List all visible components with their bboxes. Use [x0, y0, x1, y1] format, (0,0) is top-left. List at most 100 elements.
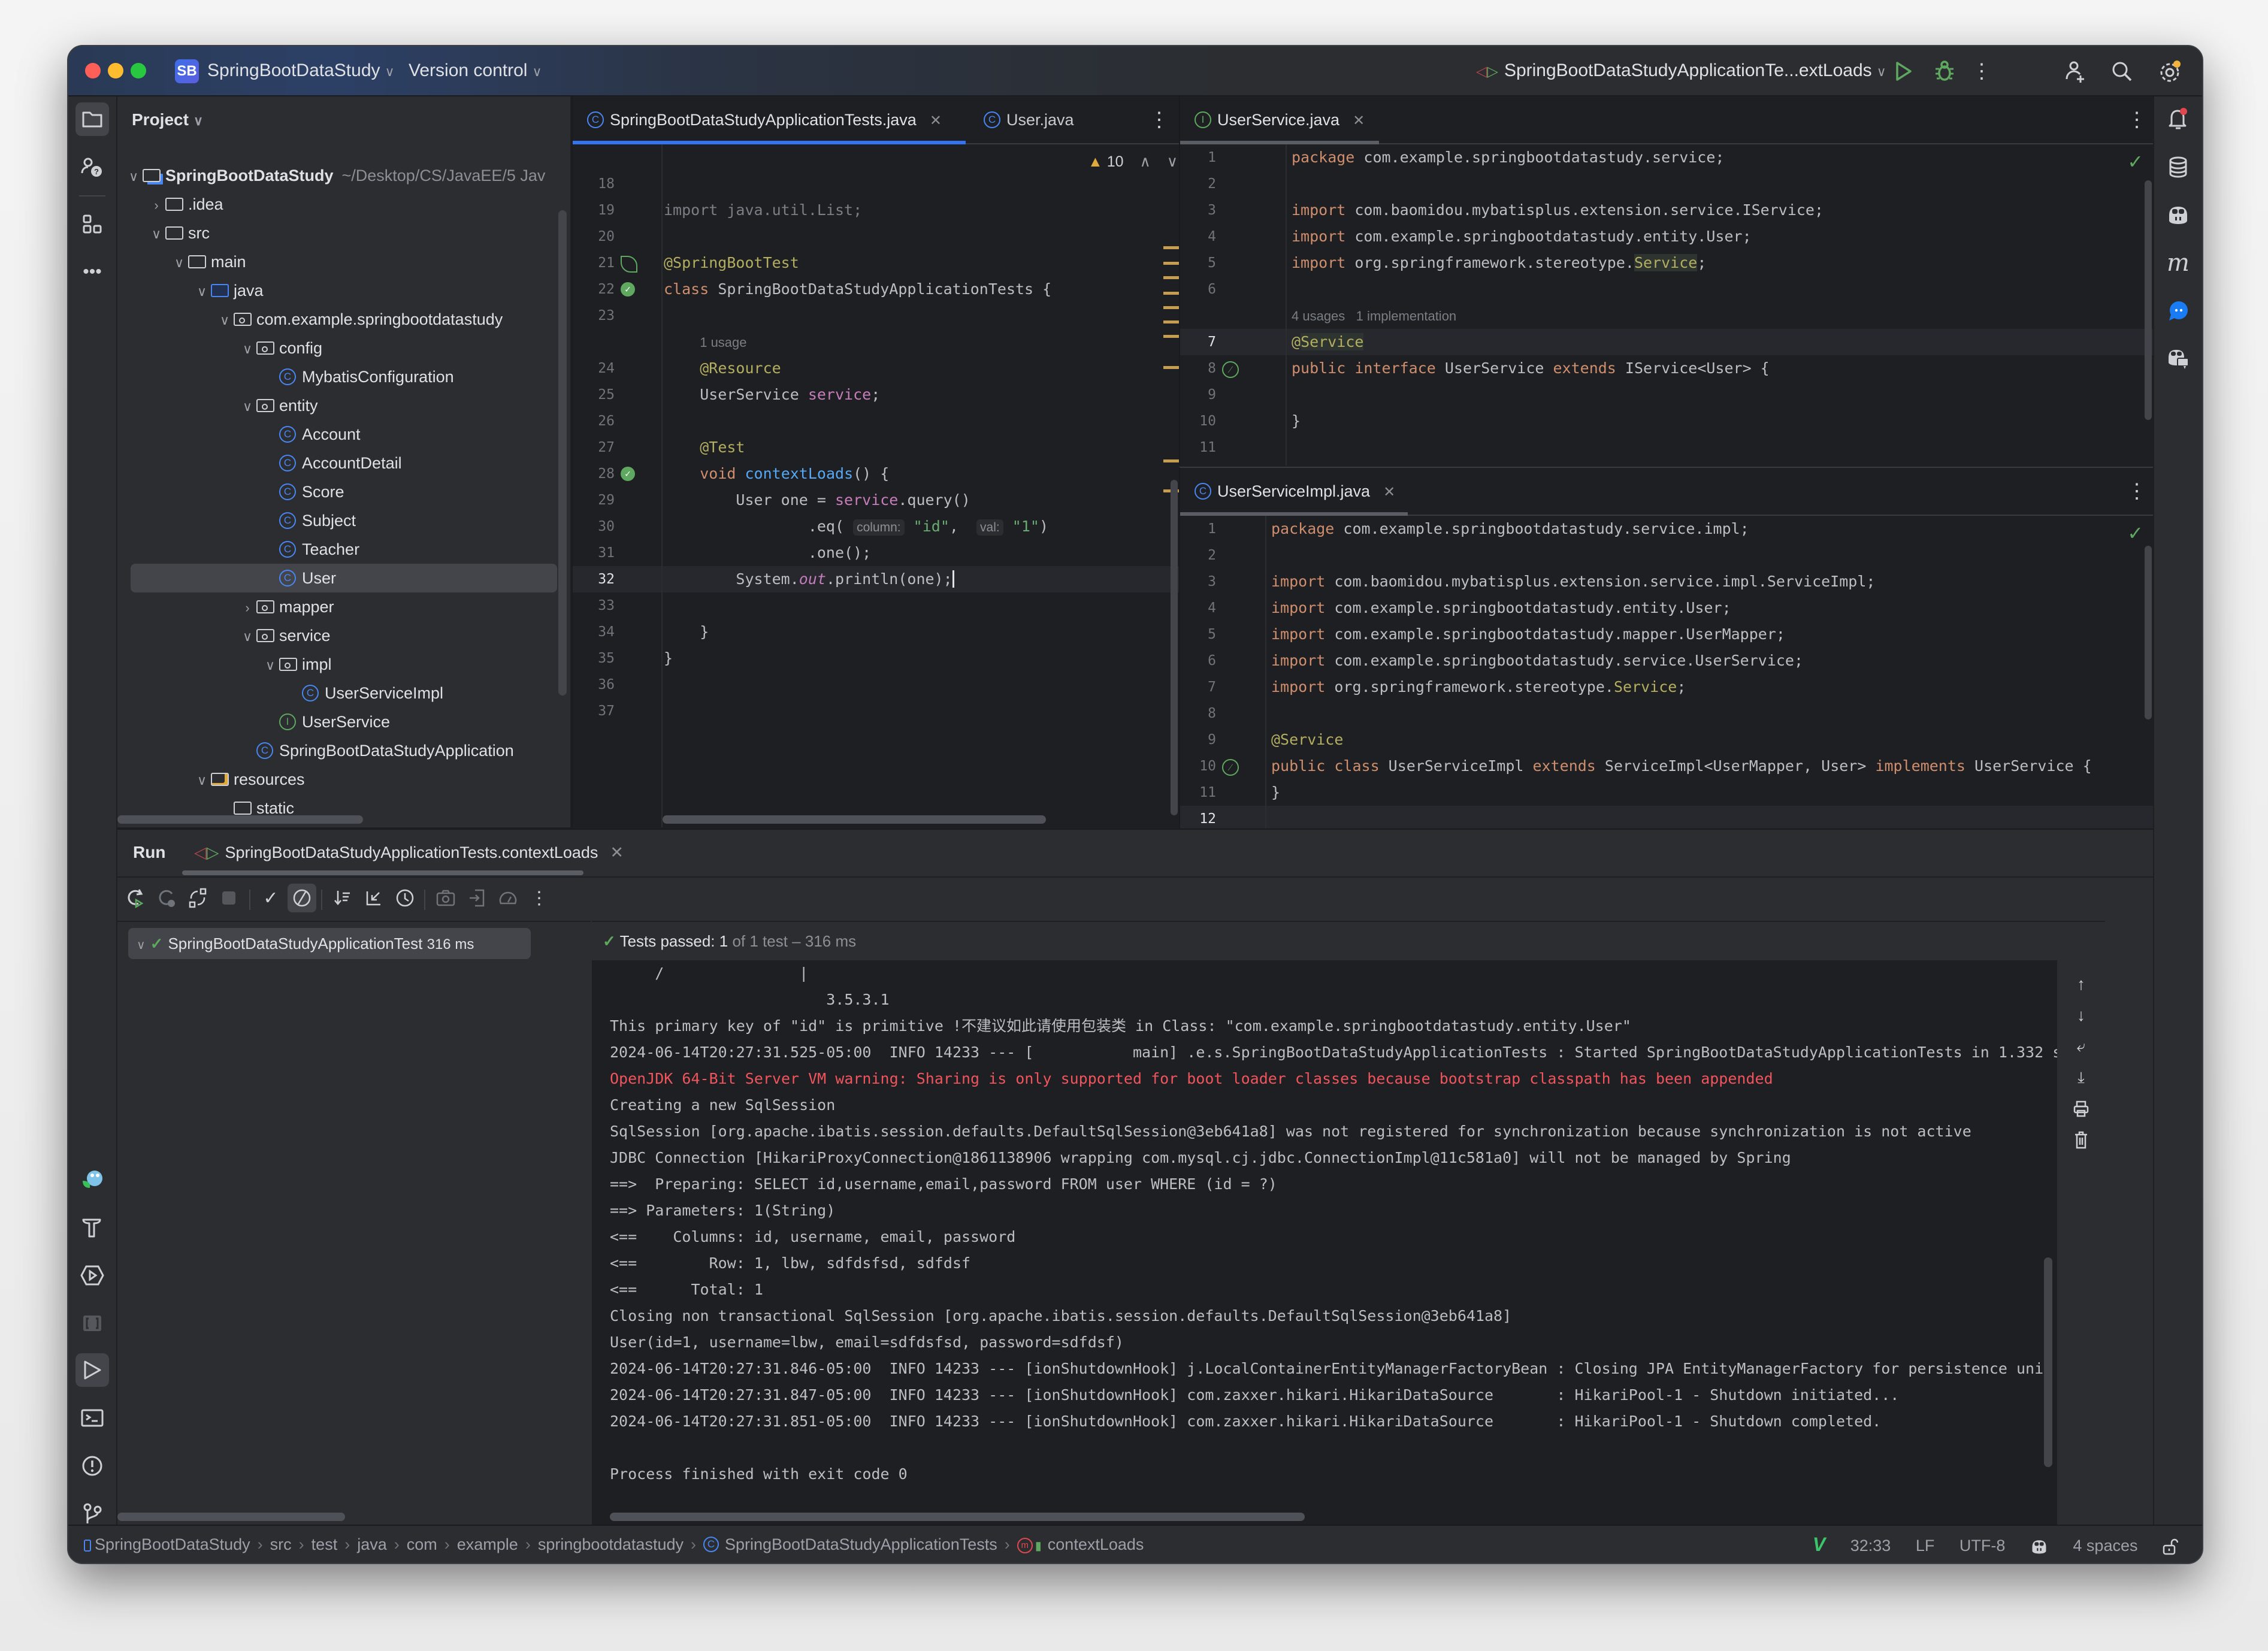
code-line-10[interactable]: 10 ⁄ public class UserServiceImpl extends … [1180, 753, 2154, 779]
code-line-31[interactable]: 31 .one(); [573, 540, 1179, 566]
chevron-right-icon[interactable]: › [147, 191, 165, 220]
tree-item-entity[interactable]: ∨ entity [117, 391, 570, 420]
tree-item-main[interactable]: ∨ main [117, 247, 570, 276]
copilot-status-icon[interactable] [2030, 1537, 2053, 1555]
chevron-down-icon[interactable]: ∨ [193, 766, 211, 795]
line-number[interactable]: 2 [1180, 171, 1216, 197]
code-line-30[interactable]: 30 .eq( column: "id", val: "1") [573, 513, 1179, 540]
line-number[interactable]: 10 [1180, 753, 1216, 779]
line-number[interactable]: 26 [573, 408, 615, 434]
tree-item-mybatisconfiguration[interactable]: C MybatisConfiguration [117, 362, 570, 391]
tree-item-userserviceimpl[interactable]: C UserServiceImpl [117, 679, 570, 707]
project-scrollbar-vertical[interactable] [558, 210, 567, 696]
code-line-20[interactable]: 20 [573, 223, 1179, 250]
build-hammer-icon[interactable] [75, 1211, 109, 1244]
tree-item-userservice[interactable]: I UserService [117, 707, 570, 736]
tree-item-src[interactable]: ∨ src [117, 219, 570, 247]
tab-options-icon[interactable]: ⋮ [2127, 96, 2147, 143]
more-icon[interactable]: ⋮ [525, 884, 554, 912]
run-icon[interactable] [1889, 57, 1918, 86]
code-line-6[interactable]: 6 import com.example.springbootdatastudy.… [1180, 648, 2154, 674]
warning-marker[interactable] [1163, 246, 1179, 249]
code-line-9[interactable]: 9 [1180, 382, 2154, 408]
code-line-25[interactable]: 25 UserService service; [573, 382, 1179, 408]
chevron-down-icon[interactable]: ∨ [170, 249, 188, 277]
tab-options-icon[interactable]: ⋮ [2127, 468, 2147, 515]
breadcrumb-item[interactable]: SpringBootDataStudyApplicationTests [725, 1526, 997, 1563]
breadcrumb-item[interactable]: example [457, 1526, 518, 1563]
more-actions-icon[interactable]: ⋮ [1970, 57, 1994, 86]
close-tab-icon[interactable]: ✕ [1353, 113, 1365, 129]
indent-setting[interactable]: 4 spaces [2073, 1537, 2137, 1555]
next-highlight-icon[interactable]: ∨ [1167, 153, 1178, 170]
code-line-8[interactable]: 8 [1180, 700, 2154, 727]
project-selector[interactable]: SpringBootDataStudy ∨ [207, 46, 395, 95]
line-number[interactable]: 20 [573, 223, 615, 250]
coverage-icon[interactable] [494, 884, 522, 912]
close-window-button[interactable] [85, 63, 101, 78]
spring-bean-gutter-icon[interactable] [621, 256, 637, 273]
add-user-icon[interactable] [2061, 57, 2089, 86]
run-test-gutter-icon[interactable]: ✓ [621, 467, 635, 481]
code-line-3[interactable]: 3 import com.baomidou.mybatisplus.extensi… [1180, 569, 2154, 595]
inspection-widget[interactable]: ▲ 10 ∧ ∨ [1088, 153, 1178, 171]
settings-icon[interactable] [2155, 57, 2184, 86]
warning-marker[interactable] [1163, 306, 1179, 309]
line-number[interactable]: 31 [573, 540, 615, 566]
code-line-2[interactable]: 2 [1180, 542, 2154, 569]
tree-item--idea[interactable]: › .idea [117, 190, 570, 219]
tree-item-com-example-springbootdatastudy[interactable]: ∨ com.example.springbootdatastudy [117, 305, 570, 334]
scroll-to-end-icon[interactable]: ⤓ [2067, 1063, 2095, 1092]
editor-scrollbar-vertical[interactable] [1171, 480, 1178, 815]
line-number[interactable]: 34 [573, 619, 615, 645]
tree-item-config[interactable]: ∨ config [117, 334, 570, 362]
line-number[interactable]: 25 [573, 382, 615, 408]
line-number[interactable]: 4 [1180, 223, 1216, 250]
tree-item-user[interactable]: C User [131, 564, 557, 592]
code-line-27[interactable]: 27 @Test [573, 434, 1179, 461]
editor-scrollbar-horizontal[interactable] [663, 815, 1046, 824]
tree-item-java[interactable]: ∨ java [117, 276, 570, 305]
warning-marker[interactable] [1163, 292, 1179, 295]
code-line-6[interactable]: 6 [1180, 276, 2154, 303]
breadcrumb-item[interactable]: java [357, 1526, 387, 1563]
line-number[interactable]: 7 [1180, 329, 1216, 355]
clear-icon[interactable] [2067, 1126, 2095, 1154]
problems-icon[interactable] [75, 1449, 109, 1483]
code-line-18[interactable]: 18 [573, 171, 1179, 197]
code-line-9[interactable]: 9 @Service [1180, 727, 2154, 753]
line-number[interactable]: 23 [573, 303, 615, 329]
code-area[interactable]: 1 package com.example.springbootdatastudy… [1180, 144, 2154, 461]
chevron-down-icon[interactable]: ∨ [238, 622, 256, 651]
more-tools-icon[interactable]: ••• [75, 255, 109, 289]
code-line-33[interactable]: 33 [573, 592, 1179, 619]
test-node[interactable]: ∨ ✓ SpringBootDataStudyApplicationTest 316… [128, 928, 531, 959]
warning-marker[interactable] [1163, 320, 1179, 323]
code-line-35[interactable]: 35} [573, 645, 1179, 672]
breadcrumb-item[interactable]: test [312, 1526, 338, 1563]
line-number[interactable]: 6 [1180, 648, 1216, 674]
close-tab-icon[interactable]: ✕ [1383, 484, 1395, 500]
rerun-icon[interactable] [121, 884, 150, 912]
console-scrollbar-horizontal[interactable] [610, 1513, 1305, 1521]
services-icon[interactable] [75, 1259, 109, 1292]
run-test-gutter-icon[interactable]: ✓ [621, 282, 635, 297]
console-scrollbar-vertical[interactable] [2044, 1257, 2052, 1467]
close-tab-icon[interactable]: ✕ [610, 843, 624, 861]
vim-plugin-icon[interactable]: V [1813, 1534, 1825, 1555]
stop-icon[interactable] [214, 884, 243, 912]
warning-marker[interactable] [1163, 366, 1179, 369]
toggle-auto-test-icon[interactable] [183, 884, 212, 912]
code-line-19[interactable]: 19 import java.util.List; [573, 197, 1179, 223]
line-number[interactable]: 33 [573, 592, 615, 619]
import-icon[interactable] [462, 884, 491, 912]
line-number[interactable]: 19 [573, 197, 615, 223]
minimize-window-button[interactable] [108, 63, 123, 78]
line-number[interactable]: 27 [573, 434, 615, 461]
code-lens[interactable]: 4 usages 1 implementation [1180, 303, 2154, 329]
line-number[interactable]: 36 [573, 672, 615, 698]
history-icon[interactable] [391, 884, 419, 912]
code-line-36[interactable]: 36 [573, 672, 1179, 698]
search-icon[interactable] [2107, 57, 2136, 86]
warning-marker[interactable] [1163, 262, 1179, 265]
